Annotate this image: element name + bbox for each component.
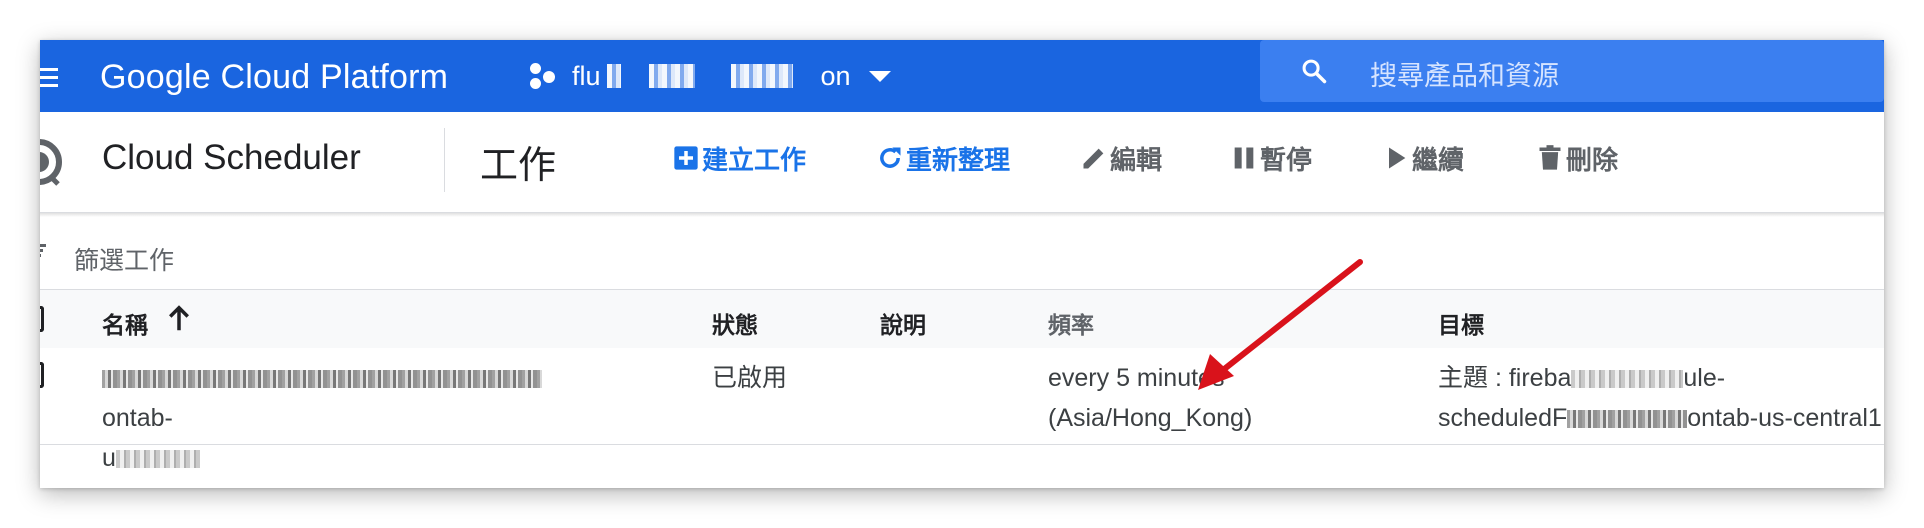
target-cell: 主題 : fireba ule- scheduledF ontab-us-centr… [1438, 358, 1882, 438]
redacted-project-text [648, 64, 695, 88]
redacted-project-text [606, 64, 621, 88]
column-header-description[interactable]: 說明 [880, 306, 926, 340]
status-cell: 已啟用 [712, 364, 788, 392]
pause-label: 暫停 [1260, 144, 1313, 175]
target-line2-prefix: scheduledF [1438, 404, 1568, 432]
divider [444, 128, 445, 192]
table-header: 名稱 狀態 說明 頻率 目標 [40, 290, 1884, 349]
refresh-label: 重新整理 [906, 144, 1011, 175]
target-line1-suffix: ule- [1683, 364, 1726, 392]
column-header-name[interactable]: 名稱 [102, 306, 148, 340]
add-box-icon [674, 146, 698, 170]
frequency-cell: every 5 minutes (Asia/Hong_Kong) [1048, 358, 1252, 438]
resume-button[interactable]: 繼續 [1382, 138, 1464, 178]
pencil-icon [1083, 148, 1104, 169]
column-header-target[interactable]: 目標 [1438, 306, 1484, 340]
chevron-down-icon[interactable] [868, 70, 891, 82]
pause-button[interactable]: 暫停 [1230, 138, 1312, 178]
action-bar: Cloud Scheduler 工作 建立工作 重新整理 編輯 暫停 繼續 刪除 [40, 112, 1884, 213]
job-name-link[interactable]: ontab- u [102, 364, 542, 472]
column-header-status[interactable]: 狀態 [712, 306, 758, 340]
delete-button[interactable]: 刪除 [1536, 138, 1618, 178]
product-title: Cloud Scheduler [102, 138, 361, 177]
job-name-line2-prefix: u [102, 444, 116, 472]
arrow-up-icon[interactable] [164, 303, 194, 335]
redacted-target [1571, 370, 1684, 389]
project-selector[interactable]: flu on [530, 54, 950, 98]
column-header-frequency[interactable]: 頻率 [1048, 306, 1094, 340]
filter-icon[interactable] [40, 244, 46, 258]
redacted-job-name [102, 370, 542, 389]
table-row[interactable]: ontab- u 已啟用 every 5 minutes (Asia/Hong_… [40, 348, 1884, 472]
create-job-label: 建立工作 [702, 144, 807, 175]
refresh-button[interactable]: 重新整理 [876, 138, 1010, 178]
brand-title[interactable]: Google Cloud Platform [100, 58, 448, 97]
create-job-button[interactable]: 建立工作 [672, 138, 806, 178]
redacted-target [1567, 410, 1688, 429]
row-checkbox[interactable] [40, 362, 44, 388]
delete-label: 刪除 [1566, 144, 1619, 175]
trash-icon [1539, 145, 1561, 170]
redacted-job-name [115, 450, 200, 469]
filter-input[interactable]: 篩選工作 [74, 241, 174, 277]
job-name-line1-suffix: ontab- [102, 404, 173, 432]
top-app-bar: Google Cloud Platform flu on 搜尋產品和資源 [40, 40, 1884, 112]
search-icon[interactable] [1300, 57, 1328, 85]
target-line2-suffix: ontab-us-central1 [1687, 404, 1882, 432]
search-placeholder[interactable]: 搜尋產品和資源 [1370, 54, 1559, 93]
scheduler-icon [40, 139, 62, 186]
job-name-cell[interactable]: ontab- u [102, 358, 602, 478]
gcp-console-window: Google Cloud Platform flu on 搜尋產品和資源 Clo… [40, 40, 1884, 488]
edit-label: 編輯 [1110, 144, 1163, 175]
menu-icon[interactable] [40, 68, 58, 88]
select-all-checkbox[interactable] [40, 306, 44, 332]
project-name-suffix: on [820, 60, 851, 91]
filter-bar: 篩選工作 [40, 217, 1884, 290]
project-name-prefix: flu [572, 60, 601, 91]
edit-button[interactable]: 編輯 [1080, 138, 1162, 178]
search-box[interactable]: 搜尋產品和資源 [1260, 40, 1884, 102]
frequency-schedule: every 5 minutes [1048, 364, 1225, 392]
resume-label: 繼續 [1412, 144, 1465, 175]
project-dots-icon [530, 61, 560, 91]
target-line1-prefix: 主題 : fireba [1438, 364, 1572, 392]
project-name: flu on [572, 61, 851, 92]
refresh-icon [880, 147, 901, 168]
pause-icon [1234, 147, 1254, 169]
play-icon [1389, 147, 1406, 169]
frequency-timezone: (Asia/Hong_Kong) [1048, 404, 1253, 432]
redacted-project-text [730, 64, 793, 88]
page-title: 工作 [480, 145, 557, 187]
